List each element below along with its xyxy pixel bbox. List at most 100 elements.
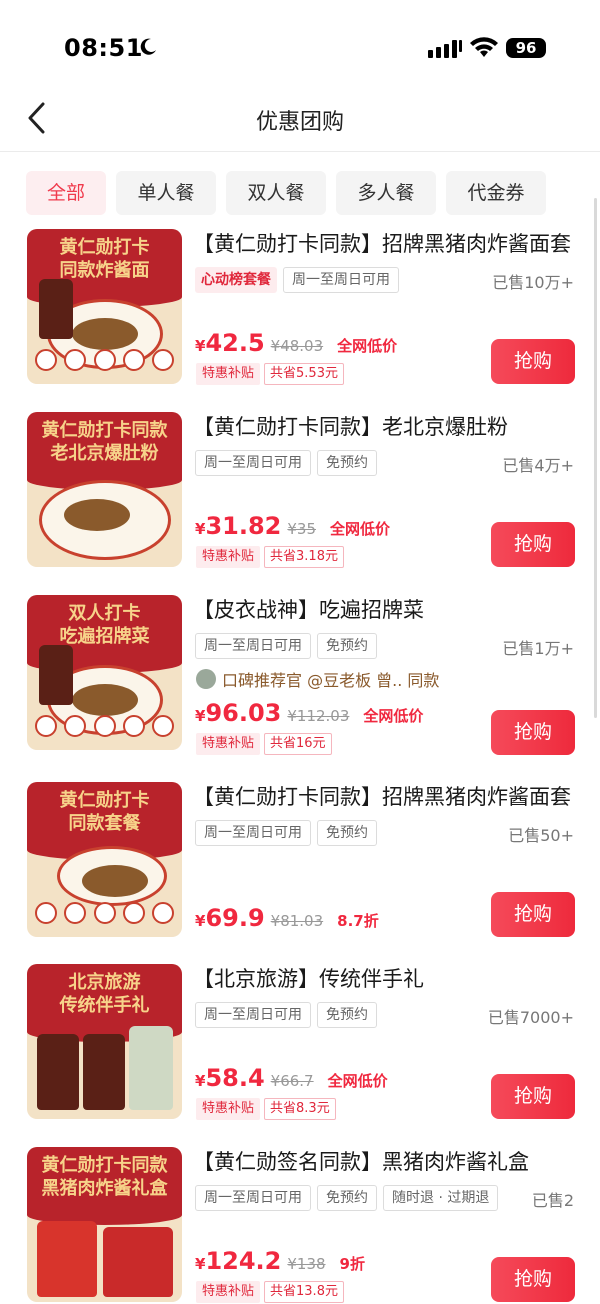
original-price: ¥138 (287, 1255, 326, 1273)
deal-tags: 心动榜套餐 周一至周日可用 (195, 267, 405, 293)
image-caption: 吃遍招牌菜 (59, 626, 150, 647)
no-reservation-tag: 免预约 (317, 820, 377, 846)
gift-box-illustration (103, 1227, 173, 1297)
deal-item[interactable]: 北京旅游 传统伴手礼 【北京旅游】传统伴手礼 周一至周日可用 免预约 已售700… (0, 964, 600, 1146)
deal-title[interactable]: 【黄仁勋签名同款】黑猪肉炸酱礼盒 (193, 1147, 593, 1177)
deal-image[interactable]: 黄仁勋打卡 同款套餐 (27, 782, 182, 937)
subsidy-badge: 特惠补贴 (196, 363, 261, 385)
image-caption: 老北京爆肚粉 (50, 443, 159, 464)
sold-count: 已售1万+ (502, 639, 574, 658)
deal-title[interactable]: 【皮衣战神】吃遍招牌菜 (193, 595, 593, 625)
promo-label: 全网低价 (337, 337, 398, 355)
buy-button[interactable]: 抢购 (491, 339, 575, 384)
recommendation-text: 口碑推荐官 @豆老板 曾.. 同款 (222, 671, 440, 690)
deal-tags: 周一至周日可用 免预约 (195, 1002, 383, 1028)
price: 58.4 (205, 1064, 265, 1092)
battery-indicator: 96 (506, 38, 546, 58)
price-row: ¥ 58.4 ¥66.7 全网低价 (195, 1064, 388, 1092)
tripe-dish-illustration (39, 480, 171, 560)
price-row: ¥ 31.82 ¥35 全网低价 (195, 512, 390, 540)
filter-tab-single[interactable]: 单人餐 (116, 171, 216, 215)
deal-item[interactable]: 黄仁勋打卡 同款套餐 【黄仁勋打卡同款】招牌黑猪肉炸酱面套 周一至周日可用 免预… (0, 782, 600, 964)
jar-illustration (83, 1034, 125, 1110)
original-price: ¥112.03 (287, 707, 350, 725)
image-caption: 同款套餐 (68, 813, 141, 834)
deal-title[interactable]: 【北京旅游】传统伴手礼 (193, 964, 593, 994)
promo-label: 8.7折 (337, 912, 379, 930)
recommendation[interactable]: 口碑推荐官 @豆老板 曾.. 同款 (196, 667, 439, 691)
price-row: ¥ 96.03 ¥112.03 全网低价 (195, 699, 423, 727)
price-row: ¥ 42.5 ¥48.03 全网低价 (195, 329, 397, 357)
deal-image[interactable]: 北京旅游 传统伴手礼 (27, 964, 182, 1119)
filter-tab-group[interactable]: 多人餐 (336, 171, 436, 215)
promo-label: 全网低价 (327, 1072, 388, 1090)
deal-image[interactable]: 黄仁勋打卡同款 黑猪肉炸酱礼盒 (27, 1147, 182, 1302)
no-reservation-tag: 免预约 (317, 1002, 377, 1028)
subsidy-row: 特惠补贴 共省5.53元 (196, 363, 344, 385)
subsidy-row: 特惠补贴 共省16元 (196, 733, 332, 755)
subsidy-badge: 特惠补贴 (196, 733, 261, 755)
no-reservation-tag: 免预约 (317, 450, 377, 476)
wifi-icon (470, 37, 498, 57)
filter-tab-voucher[interactable]: 代金券 (446, 171, 546, 215)
image-caption: 北京旅游 (68, 972, 141, 993)
price: 124.2 (205, 1247, 282, 1275)
deal-title[interactable]: 【黄仁勋打卡同款】老北京爆肚粉 (193, 412, 593, 442)
no-reservation-tag: 免预约 (317, 633, 377, 659)
saving-badge: 共省13.8元 (264, 1281, 344, 1303)
deal-title[interactable]: 【黄仁勋打卡同款】招牌黑猪肉炸酱面套 (193, 229, 593, 259)
deal-tags: 周一至周日可用 免预约 随时退 · 过期退 (195, 1185, 504, 1211)
subsidy-badge: 特惠补贴 (196, 1281, 261, 1303)
image-caption: 传统伴手礼 (59, 995, 150, 1016)
subsidy-badge: 特惠补贴 (196, 546, 261, 568)
image-caption: 黄仁勋打卡同款 (41, 420, 168, 441)
buy-button[interactable]: 抢购 (491, 522, 575, 567)
image-caption: 同款炸酱面 (59, 260, 150, 281)
filter-tabs: 全部 单人餐 双人餐 多人餐 代金券 (26, 171, 556, 215)
buy-button[interactable]: 抢购 (491, 1257, 575, 1302)
price: 31.82 (205, 512, 282, 540)
promo-label: 全网低价 (363, 707, 424, 725)
price-row: ¥ 124.2 ¥138 9折 (195, 1247, 365, 1275)
buy-button[interactable]: 抢购 (491, 892, 575, 937)
status-bar: 08:51 96 (0, 0, 600, 96)
original-price: ¥66.7 (270, 1072, 314, 1090)
sold-count: 已售4万+ (502, 456, 574, 475)
buy-button[interactable]: 抢购 (491, 1074, 575, 1119)
original-price: ¥81.03 (270, 912, 324, 930)
sold-count: 已售50+ (508, 826, 574, 845)
sauce-jar-illustration (39, 645, 73, 705)
availability-tag: 周一至周日可用 (195, 1002, 311, 1028)
brand-tag: 心动榜套餐 (195, 267, 277, 293)
deal-item[interactable]: 黄仁勋打卡同款 黑猪肉炸酱礼盒 【黄仁勋签名同款】黑猪肉炸酱礼盒 周一至周日可用… (0, 1147, 600, 1304)
side-dishes-illustration (35, 715, 174, 737)
subsidy-row: 特惠补贴 共省13.8元 (196, 1281, 344, 1303)
currency-symbol: ¥ (195, 912, 206, 930)
saving-badge: 共省8.3元 (264, 1098, 336, 1120)
moon-icon (140, 38, 156, 55)
deal-image[interactable]: 黄仁勋打卡 同款炸酱面 (27, 229, 182, 384)
side-dishes-illustration (35, 349, 174, 371)
deal-image[interactable]: 双人打卡 吃遍招牌菜 (27, 595, 182, 750)
deal-image[interactable]: 黄仁勋打卡同款 老北京爆肚粉 (27, 412, 182, 567)
buy-button[interactable]: 抢购 (491, 710, 575, 755)
saving-badge: 共省5.53元 (264, 363, 344, 385)
availability-tag: 周一至周日可用 (195, 820, 311, 846)
deal-item[interactable]: 黄仁勋打卡同款 老北京爆肚粉 【黄仁勋打卡同款】老北京爆肚粉 周一至周日可用 免… (0, 412, 600, 594)
sold-count: 已售10万+ (492, 273, 574, 292)
deal-tags: 周一至周日可用 免预约 (195, 633, 383, 659)
deal-item[interactable]: 黄仁勋打卡 同款炸酱面 【黄仁勋打卡同款】招牌黑猪肉炸酱面套 心动榜套餐 周一至… (0, 229, 600, 411)
saving-badge: 共省3.18元 (264, 546, 344, 568)
image-caption: 黑猪肉炸酱礼盒 (41, 1178, 168, 1199)
status-time: 08:51 (64, 34, 143, 62)
sold-count: 已售2 (531, 1191, 574, 1210)
deal-title[interactable]: 【黄仁勋打卡同款】招牌黑猪肉炸酱面套 (193, 782, 593, 812)
sauce-jar-illustration (39, 279, 73, 339)
filter-tab-all[interactable]: 全部 (26, 171, 106, 215)
deal-item[interactable]: 双人打卡 吃遍招牌菜 【皮衣战神】吃遍招牌菜 周一至周日可用 免预约 已售1万+… (0, 595, 600, 777)
promo-label: 9折 (339, 1255, 365, 1273)
original-price: ¥35 (287, 520, 316, 538)
availability-tag: 周一至周日可用 (283, 267, 399, 293)
deal-tags: 周一至周日可用 免预约 (195, 450, 383, 476)
filter-tab-double[interactable]: 双人餐 (226, 171, 326, 215)
